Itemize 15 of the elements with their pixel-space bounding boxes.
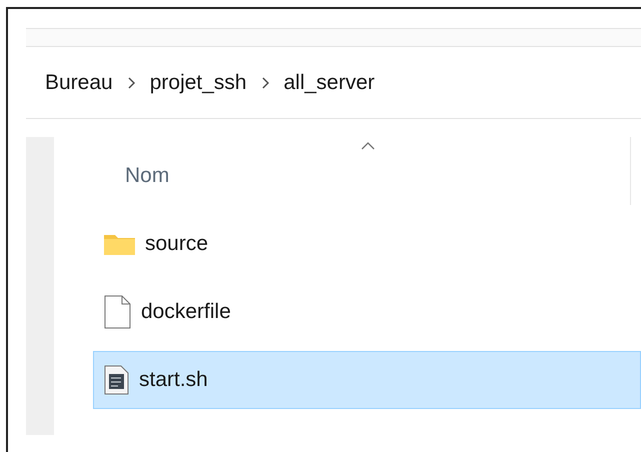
chevron-icon <box>260 76 270 88</box>
breadcrumb-item[interactable]: all_server <box>284 70 375 94</box>
file-name: dockerfile <box>141 300 231 324</box>
folder-icon <box>104 233 135 255</box>
file-row[interactable]: dockerfile <box>93 283 641 341</box>
file-icon <box>104 295 131 329</box>
file-row[interactable]: source <box>93 215 641 273</box>
chevron-icon <box>126 76 136 88</box>
breadcrumb-item[interactable]: projet_ssh <box>150 70 247 94</box>
column-header[interactable]: Nom <box>125 164 170 188</box>
file-name: start.sh <box>139 368 208 392</box>
file-name: source <box>145 232 208 256</box>
breadcrumb-item[interactable]: Bureau <box>45 70 113 94</box>
document-icon <box>104 365 129 395</box>
file-row[interactable]: start.sh <box>93 351 641 409</box>
